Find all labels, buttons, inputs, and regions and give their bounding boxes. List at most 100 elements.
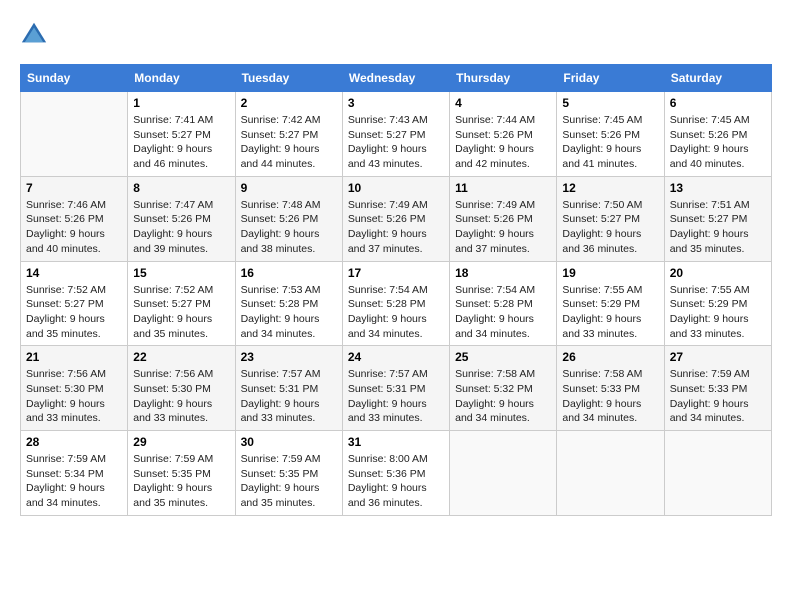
- day-detail: Sunrise: 7:51 AM Sunset: 5:27 PM Dayligh…: [670, 198, 766, 257]
- day-detail: Sunrise: 7:52 AM Sunset: 5:27 PM Dayligh…: [133, 283, 229, 342]
- day-detail: Sunrise: 7:42 AM Sunset: 5:27 PM Dayligh…: [241, 113, 337, 172]
- calendar-week-row: 21 Sunrise: 7:56 AM Sunset: 5:30 PM Dayli…: [21, 346, 772, 431]
- calendar-cell: 30Sunrise: 7:59 AM Sunset: 5:35 PM Dayli…: [235, 431, 342, 516]
- calendar-cell: 17 Sunrise: 7:54 AM Sunset: 5:28 PM Dayli…: [342, 261, 449, 346]
- day-detail: Sunrise: 7:54 AM Sunset: 5:28 PM Dayligh…: [455, 283, 551, 342]
- calendar-cell: 5 Sunrise: 7:45 AM Sunset: 5:26 PM Daylig…: [557, 92, 664, 177]
- day-detail: Sunrise: 7:45 AM Sunset: 5:26 PM Dayligh…: [562, 113, 658, 172]
- weekday-header-sunday: Sunday: [21, 65, 128, 92]
- day-number: 23: [241, 350, 337, 364]
- day-number: 5: [562, 96, 658, 110]
- day-number: 11: [455, 181, 551, 195]
- calendar-cell: 18 Sunrise: 7:54 AM Sunset: 5:28 PM Dayli…: [450, 261, 557, 346]
- calendar-week-row: 28 Sunrise: 7:59 AM Sunset: 5:34 PM Dayli…: [21, 431, 772, 516]
- day-detail: Sunrise: 7:46 AM Sunset: 5:26 PM Dayligh…: [26, 198, 122, 257]
- calendar-week-row: 1 Sunrise: 7:41 AM Sunset: 5:27 PM Daylig…: [21, 92, 772, 177]
- calendar-cell: 27 Sunrise: 7:59 AM Sunset: 5:33 PM Dayli…: [664, 346, 771, 431]
- day-number: 13: [670, 181, 766, 195]
- day-number: 18: [455, 266, 551, 280]
- calendar-cell: 10 Sunrise: 7:49 AM Sunset: 5:26 PM Dayli…: [342, 176, 449, 261]
- calendar-week-row: 14 Sunrise: 7:52 AM Sunset: 5:27 PM Dayli…: [21, 261, 772, 346]
- day-detail: Sunrise: 7:57 AM Sunset: 5:31 PM Dayligh…: [348, 367, 444, 426]
- day-number: 9: [241, 181, 337, 195]
- calendar-cell: 22 Sunrise: 7:56 AM Sunset: 5:30 PM Dayli…: [128, 346, 235, 431]
- calendar-cell: 24 Sunrise: 7:57 AM Sunset: 5:31 PM Dayli…: [342, 346, 449, 431]
- day-number: 6: [670, 96, 766, 110]
- calendar-table: SundayMondayTuesdayWednesdayThursdayFrid…: [20, 64, 772, 516]
- calendar-cell: 12Sunrise: 7:50 AM Sunset: 5:27 PM Dayli…: [557, 176, 664, 261]
- calendar-cell: 28 Sunrise: 7:59 AM Sunset: 5:34 PM Dayli…: [21, 431, 128, 516]
- calendar-cell: [664, 431, 771, 516]
- calendar-week-row: 7 Sunrise: 7:46 AM Sunset: 5:26 PM Daylig…: [21, 176, 772, 261]
- calendar-cell: 16 Sunrise: 7:53 AM Sunset: 5:28 PM Dayli…: [235, 261, 342, 346]
- day-number: 7: [26, 181, 122, 195]
- day-number: 20: [670, 266, 766, 280]
- day-detail: Sunrise: 7:59 AM Sunset: 5:35 PM Dayligh…: [133, 452, 229, 511]
- page-header: [20, 20, 772, 48]
- calendar-cell: 1 Sunrise: 7:41 AM Sunset: 5:27 PM Daylig…: [128, 92, 235, 177]
- calendar-cell: 25Sunrise: 7:58 AM Sunset: 5:32 PM Dayli…: [450, 346, 557, 431]
- weekday-header-saturday: Saturday: [664, 65, 771, 92]
- day-number: 17: [348, 266, 444, 280]
- weekday-header-thursday: Thursday: [450, 65, 557, 92]
- day-number: 1: [133, 96, 229, 110]
- day-number: 16: [241, 266, 337, 280]
- day-number: 2: [241, 96, 337, 110]
- calendar-cell: 14 Sunrise: 7:52 AM Sunset: 5:27 PM Dayli…: [21, 261, 128, 346]
- calendar-cell: 13 Sunrise: 7:51 AM Sunset: 5:27 PM Dayli…: [664, 176, 771, 261]
- calendar-cell: [557, 431, 664, 516]
- day-detail: Sunrise: 7:45 AM Sunset: 5:26 PM Dayligh…: [670, 113, 766, 172]
- calendar-cell: 11 Sunrise: 7:49 AM Sunset: 5:26 PM Dayli…: [450, 176, 557, 261]
- day-number: 3: [348, 96, 444, 110]
- day-number: 30: [241, 435, 337, 449]
- day-detail: Sunrise: 7:56 AM Sunset: 5:30 PM Dayligh…: [26, 367, 122, 426]
- day-number: 22: [133, 350, 229, 364]
- day-number: 28: [26, 435, 122, 449]
- day-detail: Sunrise: 7:48 AM Sunset: 5:26 PM Dayligh…: [241, 198, 337, 257]
- calendar-cell: 15Sunrise: 7:52 AM Sunset: 5:27 PM Dayli…: [128, 261, 235, 346]
- day-number: 31: [348, 435, 444, 449]
- calendar-cell: 9 Sunrise: 7:48 AM Sunset: 5:26 PM Daylig…: [235, 176, 342, 261]
- calendar-cell: 19 Sunrise: 7:55 AM Sunset: 5:29 PM Dayli…: [557, 261, 664, 346]
- day-number: 21: [26, 350, 122, 364]
- calendar-cell: 23 Sunrise: 7:57 AM Sunset: 5:31 PM Dayli…: [235, 346, 342, 431]
- day-number: 12: [562, 181, 658, 195]
- logo: [20, 20, 52, 48]
- weekday-header-tuesday: Tuesday: [235, 65, 342, 92]
- day-number: 24: [348, 350, 444, 364]
- day-detail: Sunrise: 7:41 AM Sunset: 5:27 PM Dayligh…: [133, 113, 229, 172]
- day-detail: Sunrise: 7:55 AM Sunset: 5:29 PM Dayligh…: [562, 283, 658, 342]
- day-detail: Sunrise: 7:56 AM Sunset: 5:30 PM Dayligh…: [133, 367, 229, 426]
- calendar-cell: 7 Sunrise: 7:46 AM Sunset: 5:26 PM Daylig…: [21, 176, 128, 261]
- calendar-cell: 20Sunrise: 7:55 AM Sunset: 5:29 PM Dayli…: [664, 261, 771, 346]
- day-detail: Sunrise: 7:59 AM Sunset: 5:33 PM Dayligh…: [670, 367, 766, 426]
- calendar-cell: 8Sunrise: 7:47 AM Sunset: 5:26 PM Daylig…: [128, 176, 235, 261]
- calendar-cell: [21, 92, 128, 177]
- day-detail: Sunrise: 7:58 AM Sunset: 5:33 PM Dayligh…: [562, 367, 658, 426]
- day-number: 29: [133, 435, 229, 449]
- calendar-cell: 6 Sunrise: 7:45 AM Sunset: 5:26 PM Daylig…: [664, 92, 771, 177]
- weekday-header-row: SundayMondayTuesdayWednesdayThursdayFrid…: [21, 65, 772, 92]
- logo-icon: [20, 20, 48, 48]
- day-detail: Sunrise: 7:57 AM Sunset: 5:31 PM Dayligh…: [241, 367, 337, 426]
- day-detail: Sunrise: 7:43 AM Sunset: 5:27 PM Dayligh…: [348, 113, 444, 172]
- day-detail: Sunrise: 7:54 AM Sunset: 5:28 PM Dayligh…: [348, 283, 444, 342]
- day-detail: Sunrise: 8:00 AM Sunset: 5:36 PM Dayligh…: [348, 452, 444, 511]
- day-detail: Sunrise: 7:44 AM Sunset: 5:26 PM Dayligh…: [455, 113, 551, 172]
- day-number: 19: [562, 266, 658, 280]
- weekday-header-monday: Monday: [128, 65, 235, 92]
- calendar-cell: [450, 431, 557, 516]
- day-number: 14: [26, 266, 122, 280]
- calendar-cell: 26Sunrise: 7:58 AM Sunset: 5:33 PM Dayli…: [557, 346, 664, 431]
- day-detail: Sunrise: 7:59 AM Sunset: 5:34 PM Dayligh…: [26, 452, 122, 511]
- calendar-cell: 21 Sunrise: 7:56 AM Sunset: 5:30 PM Dayli…: [21, 346, 128, 431]
- calendar-cell: 3 Sunrise: 7:43 AM Sunset: 5:27 PM Daylig…: [342, 92, 449, 177]
- day-number: 10: [348, 181, 444, 195]
- day-detail: Sunrise: 7:53 AM Sunset: 5:28 PM Dayligh…: [241, 283, 337, 342]
- day-number: 27: [670, 350, 766, 364]
- day-detail: Sunrise: 7:49 AM Sunset: 5:26 PM Dayligh…: [455, 198, 551, 257]
- day-detail: Sunrise: 7:49 AM Sunset: 5:26 PM Dayligh…: [348, 198, 444, 257]
- day-detail: Sunrise: 7:52 AM Sunset: 5:27 PM Dayligh…: [26, 283, 122, 342]
- day-number: 8: [133, 181, 229, 195]
- day-detail: Sunrise: 7:58 AM Sunset: 5:32 PM Dayligh…: [455, 367, 551, 426]
